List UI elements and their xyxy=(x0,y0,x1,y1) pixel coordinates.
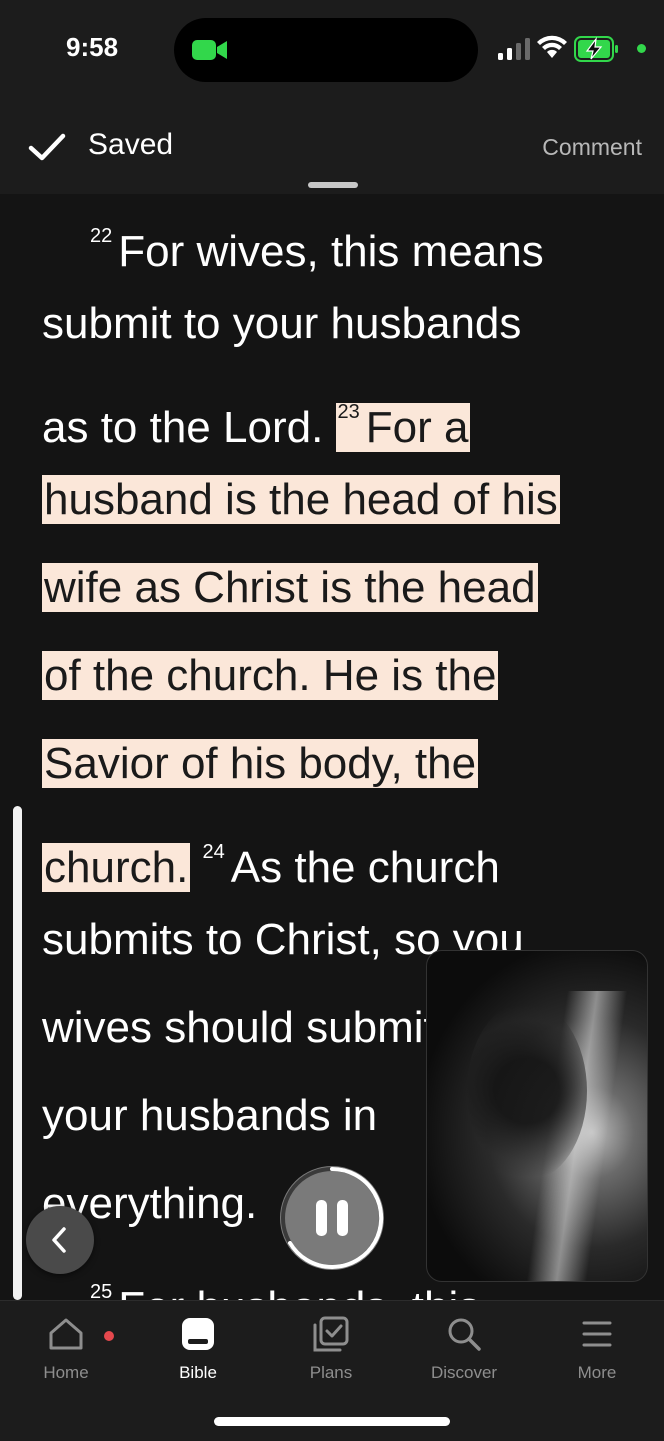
highlighted-verse-text[interactable]: 23 For a xyxy=(335,401,471,452)
checkmark-icon[interactable] xyxy=(28,132,66,162)
search-icon xyxy=(448,1318,481,1351)
comment-button[interactable]: Comment xyxy=(542,134,642,161)
status-time: 9:58 xyxy=(66,32,119,62)
pause-icon xyxy=(316,1200,348,1236)
verse-line: husband is the head of his xyxy=(42,466,560,534)
highlighted-verse-text[interactable]: wife as Christ is the head xyxy=(42,563,538,612)
dynamic-island[interactable] xyxy=(174,18,478,82)
tab-home-label: Home xyxy=(43,1363,89,1382)
tab-more[interactable]: More xyxy=(547,1315,647,1383)
highlighted-verse-text[interactable]: church. xyxy=(42,843,191,892)
tab-bible[interactable]: Bible xyxy=(148,1315,248,1383)
saved-label[interactable]: Saved xyxy=(88,128,173,162)
highlighted-verse-text[interactable]: of the church. He is the xyxy=(42,651,499,700)
camera-in-use-indicator xyxy=(637,44,646,53)
verse-line: church. 24 As the church xyxy=(42,841,500,892)
cellular-signal-icon xyxy=(498,38,530,60)
scroll-indicator[interactable] xyxy=(13,806,22,1300)
verse-line: your husbands in xyxy=(42,1091,378,1140)
home-icon xyxy=(49,1318,83,1350)
verse-line: wives should submit to xyxy=(42,1003,485,1052)
verse-number: 25 xyxy=(90,1281,113,1300)
menu-icon xyxy=(582,1321,612,1347)
verse-number: 23 xyxy=(337,401,360,423)
tab-more-label: More xyxy=(577,1363,617,1382)
audio-pause-button[interactable] xyxy=(280,1166,384,1270)
tab-bible-label: Bible xyxy=(179,1363,217,1382)
notification-dot xyxy=(104,1331,114,1341)
tab-discover[interactable]: Discover xyxy=(414,1315,514,1383)
drag-handle[interactable] xyxy=(308,182,358,188)
verse-number: 22 xyxy=(90,225,113,247)
verse-line: submit to your husbands xyxy=(42,299,522,348)
tab-discover-label: Discover xyxy=(430,1363,498,1382)
previous-chapter-button[interactable] xyxy=(26,1206,94,1274)
chevron-left-icon xyxy=(52,1227,66,1253)
highlighted-verse-text[interactable]: Savior of his body, the xyxy=(42,739,479,788)
status-bar: 9:58 xyxy=(0,0,664,100)
battery-charging-icon xyxy=(574,36,618,62)
verse-line: Savior of his body, the xyxy=(42,730,479,798)
plans-icon xyxy=(313,1316,349,1352)
picture-in-picture-video[interactable] xyxy=(426,950,648,1282)
tab-plans[interactable]: Plans xyxy=(281,1315,381,1383)
home-indicator[interactable] xyxy=(214,1417,450,1426)
bible-icon xyxy=(182,1318,214,1350)
wifi-icon xyxy=(537,35,567,58)
reader-top-bar: Saved Comment xyxy=(0,100,664,194)
video-subject xyxy=(467,1001,587,1181)
verse-line: of the church. He is the xyxy=(42,642,499,710)
verse-line: wife as Christ is the head xyxy=(42,554,538,622)
tab-home[interactable]: Home xyxy=(16,1315,116,1383)
video-camera-icon xyxy=(192,40,227,60)
verse-number: 24 xyxy=(202,841,225,863)
verse-line: 22 For wives, this means xyxy=(90,225,544,276)
highlighted-verse-text[interactable]: husband is the head of his xyxy=(42,475,560,524)
tab-plans-label: Plans xyxy=(309,1363,353,1382)
verse-line: as to the Lord. 23 For a xyxy=(42,401,471,452)
